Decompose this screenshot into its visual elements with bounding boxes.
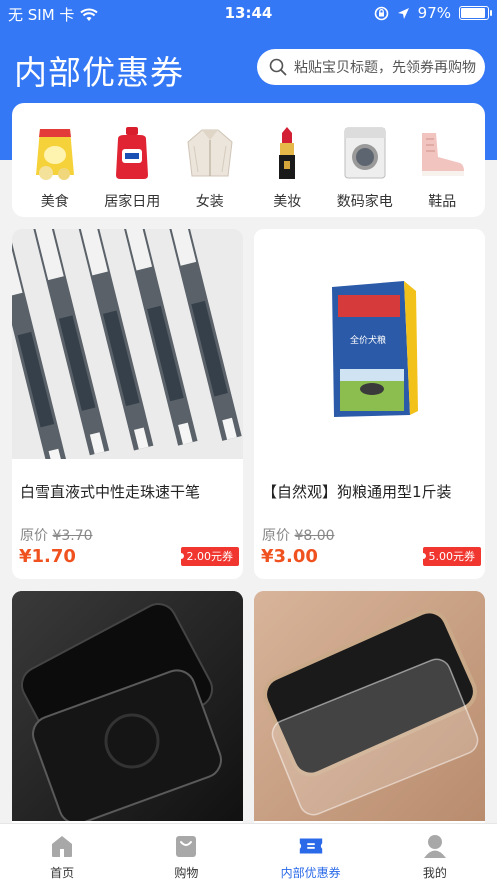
coupon-badge[interactable]: 5.00元券 bbox=[419, 547, 481, 566]
tab-label: 内部优惠券 bbox=[280, 866, 341, 880]
category-label: 数码家电 bbox=[336, 194, 393, 210]
tab-coupons[interactable]: 内部优惠券 bbox=[249, 824, 373, 883]
original-price-value: ¥3.70 bbox=[52, 528, 93, 544]
bottom-tab-bar: 首页 购物 内部优惠券 我的 bbox=[0, 823, 497, 883]
search-icon bbox=[269, 58, 287, 76]
battery-percent: 97% bbox=[417, 4, 451, 22]
coupon-price: ¥3.00 bbox=[261, 546, 318, 567]
product-name: 【自然观】狗粮通用型1斤装 bbox=[262, 483, 452, 501]
category-womens-clothing[interactable]: 女装 bbox=[173, 103, 247, 217]
original-price-label: 原价 bbox=[20, 528, 48, 544]
category-shoes[interactable]: 鞋品 bbox=[405, 103, 479, 217]
tab-home[interactable]: 首页 bbox=[0, 824, 124, 883]
boot-icon bbox=[422, 133, 465, 176]
product-image-pens bbox=[12, 229, 243, 459]
category-digital-appliances[interactable]: 数码家电 bbox=[328, 103, 402, 217]
privacy-screen-protector-image bbox=[12, 591, 243, 821]
user-icon bbox=[423, 835, 446, 858]
tab-label: 我的 bbox=[422, 866, 447, 880]
coupon-icon bbox=[299, 838, 322, 854]
category-makeup[interactable]: 美妆 bbox=[250, 103, 324, 217]
snack-bag-icon bbox=[35, 129, 74, 180]
glass-screen-protector-image bbox=[254, 591, 485, 821]
rotation-lock-icon bbox=[374, 6, 388, 20]
product-card[interactable] bbox=[12, 591, 243, 831]
status-bar: 无 SIM 卡 13:44 97% bbox=[0, 0, 497, 26]
original-price: 原价 ¥8.00 bbox=[262, 525, 335, 545]
category-label: 美妆 bbox=[273, 194, 302, 210]
coupon-badge[interactable]: 2.00元券 bbox=[177, 547, 239, 566]
gel-pens-image bbox=[12, 229, 243, 459]
shopping-bag-icon bbox=[176, 836, 197, 857]
category-label: 鞋品 bbox=[428, 194, 457, 210]
detergent-bottle-icon bbox=[116, 127, 149, 179]
original-price: 原价 ¥3.70 bbox=[20, 525, 93, 545]
category-label: 美食 bbox=[40, 194, 69, 210]
home-icon bbox=[52, 836, 73, 857]
product-image-glass-screen-protector bbox=[254, 591, 485, 821]
page-title: 内部优惠券 bbox=[14, 53, 184, 92]
category-label: 女装 bbox=[195, 194, 224, 210]
lipstick-icon bbox=[279, 127, 296, 179]
category-household[interactable]: 居家日用 bbox=[95, 103, 169, 217]
category-label: 居家日用 bbox=[104, 194, 161, 210]
product-card[interactable]: 白雪直液式中性走珠速干笔 原价 ¥3.70 ¥1.70 2.00元券 bbox=[12, 229, 243, 579]
product-image-dog-food: 全价犬粮 bbox=[254, 229, 485, 459]
tab-label: 首页 bbox=[50, 866, 75, 880]
tab-profile[interactable]: 我的 bbox=[373, 824, 497, 883]
coupon-price: ¥1.70 bbox=[19, 546, 76, 567]
jacket-icon bbox=[187, 129, 233, 177]
product-card[interactable] bbox=[254, 591, 485, 831]
category-food[interactable]: 美食 bbox=[18, 103, 92, 217]
product-name: 白雪直液式中性走珠速干笔 bbox=[20, 483, 201, 501]
original-price-label: 原价 bbox=[262, 528, 290, 544]
product-image-privacy-screen-protector bbox=[12, 591, 243, 821]
location-arrow-icon bbox=[397, 7, 409, 19]
battery-icon bbox=[459, 6, 492, 20]
search-input[interactable]: 粘贴宝贝标题，先领券再购物 bbox=[257, 49, 485, 85]
category-panel: 美食 居家日用 女装 美妆 数码家电 鞋品 bbox=[12, 103, 485, 217]
tab-shopping[interactable]: 购物 bbox=[124, 824, 248, 883]
original-price-value: ¥8.00 bbox=[294, 528, 335, 544]
dog-food-bag-label: 全价犬粮 bbox=[350, 334, 386, 346]
product-card[interactable]: 全价犬粮 【自然观】狗粮通用型1斤装 原价 ¥8.00 ¥3.00 5.00元券 bbox=[254, 229, 485, 579]
dog-food-bag-image: 全价犬粮 bbox=[254, 229, 485, 459]
tab-label: 购物 bbox=[174, 866, 199, 880]
search-placeholder: 粘贴宝贝标题，先领券再购物 bbox=[294, 60, 476, 76]
washing-machine-icon bbox=[344, 127, 386, 179]
